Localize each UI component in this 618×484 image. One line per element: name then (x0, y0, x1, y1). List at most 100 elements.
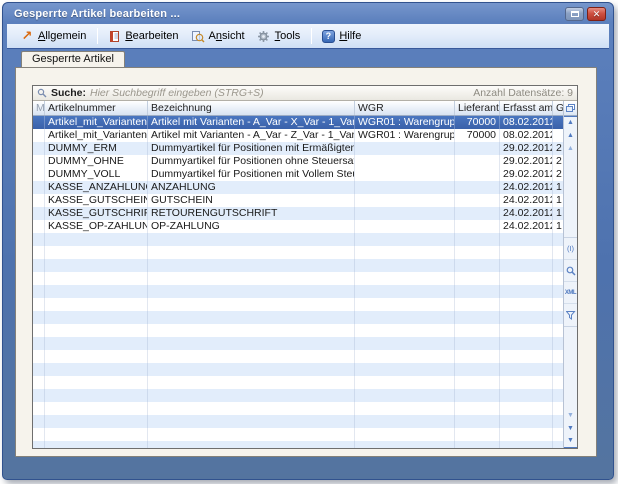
table-cell (355, 207, 455, 220)
table-cell (33, 259, 45, 272)
table-cell: ANZAHLUNG (148, 181, 355, 194)
table-cell (148, 311, 355, 324)
tab-gesperrte-artikel[interactable]: Gesperrte Artikel (21, 51, 125, 67)
column-chooser-icon (566, 104, 575, 113)
empty-table-row[interactable] (33, 285, 563, 298)
table-cell (500, 415, 553, 428)
empty-table-row[interactable] (33, 415, 563, 428)
table-cell (148, 259, 355, 272)
table-cell: 70000 (455, 116, 500, 129)
table-cell (45, 415, 148, 428)
column-header-m[interactable]: M (33, 101, 45, 115)
arrow-up-right-icon: ↗ (20, 29, 34, 43)
table-cell (45, 233, 148, 246)
record-info-icon[interactable]: (I) (564, 238, 578, 260)
toolbar-item-ansicht[interactable]: Ansicht (186, 27, 252, 45)
table-row[interactable]: DUMMY_OHNEDummyartikel für Positionen oh… (33, 155, 563, 168)
close-button[interactable]: ✕ (587, 7, 606, 21)
table-cell (500, 285, 553, 298)
gear-icon (257, 29, 271, 43)
search-bar[interactable]: Suche: Hier Suchbegriff eingeben (STRG+S… (33, 86, 577, 101)
table-cell: 24.02.2012 (500, 220, 553, 233)
table-cell: 2 (553, 142, 563, 155)
empty-table-row[interactable] (33, 402, 563, 415)
toolbar-item-hilfe[interactable]: ?Hilfe (316, 27, 368, 45)
column-header-bezeichnung[interactable]: Bezeichnung (148, 101, 355, 115)
toolbar-item-label: Ansicht (209, 30, 245, 42)
column-header-artikelnummer[interactable]: Artikelnummer (45, 101, 148, 115)
filter-icon[interactable] (564, 304, 578, 326)
empty-table-row[interactable] (33, 272, 563, 285)
table-cell: DUMMY_ERM (45, 142, 148, 155)
zoom-icon[interactable] (564, 260, 578, 282)
empty-table-row[interactable] (33, 363, 563, 376)
scroll-up-icon[interactable]: ▲ (564, 129, 578, 142)
table-row[interactable]: KASSE_GUTSCHRIFTRETOURENGUTSCHRIFT24.02.… (33, 207, 563, 220)
column-chooser-button[interactable] (564, 101, 578, 116)
empty-table-row[interactable] (33, 298, 563, 311)
toolbar-item-allgemein[interactable]: ↗Allgemein (15, 27, 93, 45)
column-header-g[interactable]: G (553, 101, 563, 115)
table-row[interactable]: KASSE_OP-ZAHLUNGOP-ZAHLUNG24.02.20121 (33, 220, 563, 233)
empty-table-row[interactable] (33, 259, 563, 272)
table-cell (455, 415, 500, 428)
table-cell (45, 272, 148, 285)
table-cell: 2 (553, 155, 563, 168)
table-cell: 29.02.2012 (500, 142, 553, 155)
xml-icon[interactable]: XML (564, 282, 578, 304)
table-cell (45, 441, 148, 448)
empty-table-row[interactable] (33, 376, 563, 389)
table-cell (148, 350, 355, 363)
table-row[interactable]: KASSE_GUTSCHEINGUTSCHEIN24.02.20121 (33, 194, 563, 207)
scroll-down-icon[interactable]: ▼ (564, 422, 578, 435)
table-row[interactable]: DUMMY_ERMDummyartikel für Positionen mit… (33, 142, 563, 155)
record-count: Anzahl Datensätze: 9 (473, 87, 573, 99)
table-cell (33, 363, 45, 376)
column-header-erfasst-am[interactable]: Erfasst am (500, 101, 553, 115)
toolbar-item-bearbeiten[interactable]: Bearbeiten (102, 27, 185, 45)
table-cell (355, 428, 455, 441)
empty-table-row[interactable] (33, 389, 563, 402)
search-input[interactable]: Hier Suchbegriff eingeben (STRG+S) (90, 87, 469, 99)
table-cell (553, 116, 563, 129)
table-cell (500, 441, 553, 448)
page-up-icon[interactable]: ▲ (564, 142, 578, 155)
table-cell (148, 272, 355, 285)
table-cell (553, 337, 563, 350)
empty-table-row[interactable] (33, 428, 563, 441)
title-bar[interactable]: Gesperrte Artikel bearbeiten ... ✕ (3, 3, 613, 24)
toolbar-item-tools[interactable]: Tools (252, 27, 308, 45)
column-header-lieferant[interactable]: Lieferant (455, 101, 500, 115)
table-cell (500, 350, 553, 363)
table-cell (33, 415, 45, 428)
table-cell (33, 116, 45, 129)
empty-table-row[interactable] (33, 324, 563, 337)
empty-table-row[interactable] (33, 350, 563, 363)
column-header-wgr[interactable]: WGR (355, 101, 455, 115)
table-row[interactable]: Artikel_mit_Varianten.001Artikel mit Var… (33, 116, 563, 129)
table-cell (500, 428, 553, 441)
table-cell (455, 207, 500, 220)
table-cell (455, 441, 500, 448)
table-cell (45, 350, 148, 363)
scroll-bottom-icon[interactable]: ▼ (564, 435, 578, 448)
table-cell (45, 324, 148, 337)
table-row[interactable]: Artikel_mit_Varianten.002Artikel mit Var… (33, 129, 563, 142)
page-down-icon[interactable]: ▼ (564, 409, 578, 422)
empty-table-row[interactable] (33, 441, 563, 448)
table-cell (553, 376, 563, 389)
close-icon: ✕ (593, 9, 601, 19)
table-row[interactable]: DUMMY_VOLLDummyartikel für Positionen mi… (33, 168, 563, 181)
empty-table-row[interactable] (33, 311, 563, 324)
empty-table-row[interactable] (33, 246, 563, 259)
table-cell (355, 324, 455, 337)
restore-button[interactable] (565, 7, 584, 21)
table-cell (553, 363, 563, 376)
empty-table-row[interactable] (33, 233, 563, 246)
empty-table-row[interactable] (33, 337, 563, 350)
scroll-top-icon[interactable]: ▲ (564, 116, 578, 129)
table-cell (355, 194, 455, 207)
table-row[interactable]: KASSE_ANZAHLUNGANZAHLUNG24.02.20121 (33, 181, 563, 194)
table-cell: KASSE_ANZAHLUNG (45, 181, 148, 194)
table-cell (33, 272, 45, 285)
